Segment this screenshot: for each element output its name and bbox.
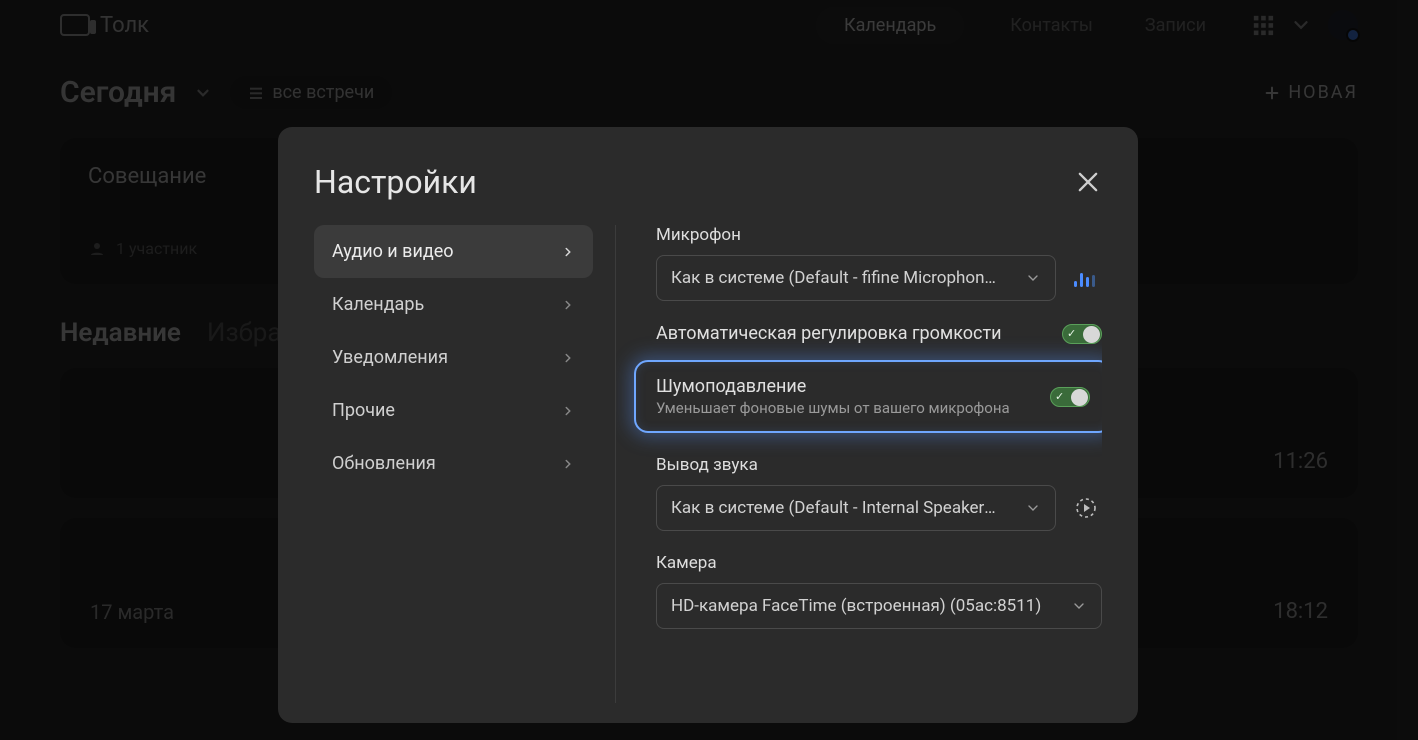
chevron-right-icon (561, 351, 575, 365)
noise-sublabel: Уменьшает фоновые шумы от вашего микрофо… (656, 399, 1010, 417)
toggle-knob (1083, 326, 1100, 343)
auto-gain-row: Автоматическая регулировка громкости ✓ (656, 323, 1102, 344)
settings-sidebar: Аудио и видео Календарь Уведомления Проч… (314, 225, 616, 703)
mic-level-meter (1074, 269, 1095, 287)
camera-label: Камера (656, 553, 1102, 573)
camera-select[interactable]: HD-камера FaceTime (встроенная) (05ac:85… (656, 583, 1102, 629)
camera-value: HD-камера FaceTime (встроенная) (05ac:85… (671, 596, 1041, 616)
noise-suppression-highlight: Шумоподавление Уменьшает фоновые шумы от… (634, 360, 1102, 433)
noise-toggle[interactable]: ✓ (1050, 387, 1090, 407)
sidebar-item-notifications[interactable]: Уведомления (314, 331, 593, 384)
mic-label: Микрофон (656, 225, 1102, 245)
auto-gain-toggle[interactable]: ✓ (1062, 324, 1102, 344)
test-sound-icon[interactable] (1074, 496, 1098, 520)
sidebar-item-calendar[interactable]: Календарь (314, 278, 593, 331)
noise-label: Шумоподавление (656, 376, 1010, 397)
close-icon[interactable] (1074, 168, 1102, 196)
chevron-right-icon (561, 404, 575, 418)
chevron-right-icon (561, 298, 575, 312)
settings-title: Настройки (314, 163, 477, 201)
sidebar-item-audio-video[interactable]: Аудио и видео (314, 225, 593, 278)
check-icon: ✓ (1067, 328, 1076, 339)
chevron-right-icon (561, 457, 575, 471)
auto-gain-label: Автоматическая регулировка громкости (656, 323, 1002, 344)
check-icon: ✓ (1055, 391, 1064, 402)
output-value: Как в системе (Default - Internal Speake… (671, 498, 1001, 518)
chevron-down-icon (1071, 598, 1087, 614)
output-select[interactable]: Как в системе (Default - Internal Speake… (656, 485, 1056, 531)
sidebar-item-other[interactable]: Прочие (314, 384, 593, 437)
mic-value: Как в системе (Default - fifine Micropho… (671, 268, 1001, 288)
chevron-down-icon (1025, 500, 1041, 516)
chevron-down-icon (1025, 270, 1041, 286)
toggle-knob (1071, 389, 1088, 406)
chevron-right-icon (561, 245, 575, 259)
mic-select[interactable]: Как в системе (Default - fifine Micropho… (656, 255, 1056, 301)
settings-modal: Настройки Аудио и видео Календарь Уведом… (278, 127, 1138, 723)
sidebar-item-updates[interactable]: Обновления (314, 437, 593, 490)
settings-panel: Микрофон Как в системе (Default - fifine… (616, 225, 1102, 703)
output-label: Вывод звука (656, 455, 1102, 475)
